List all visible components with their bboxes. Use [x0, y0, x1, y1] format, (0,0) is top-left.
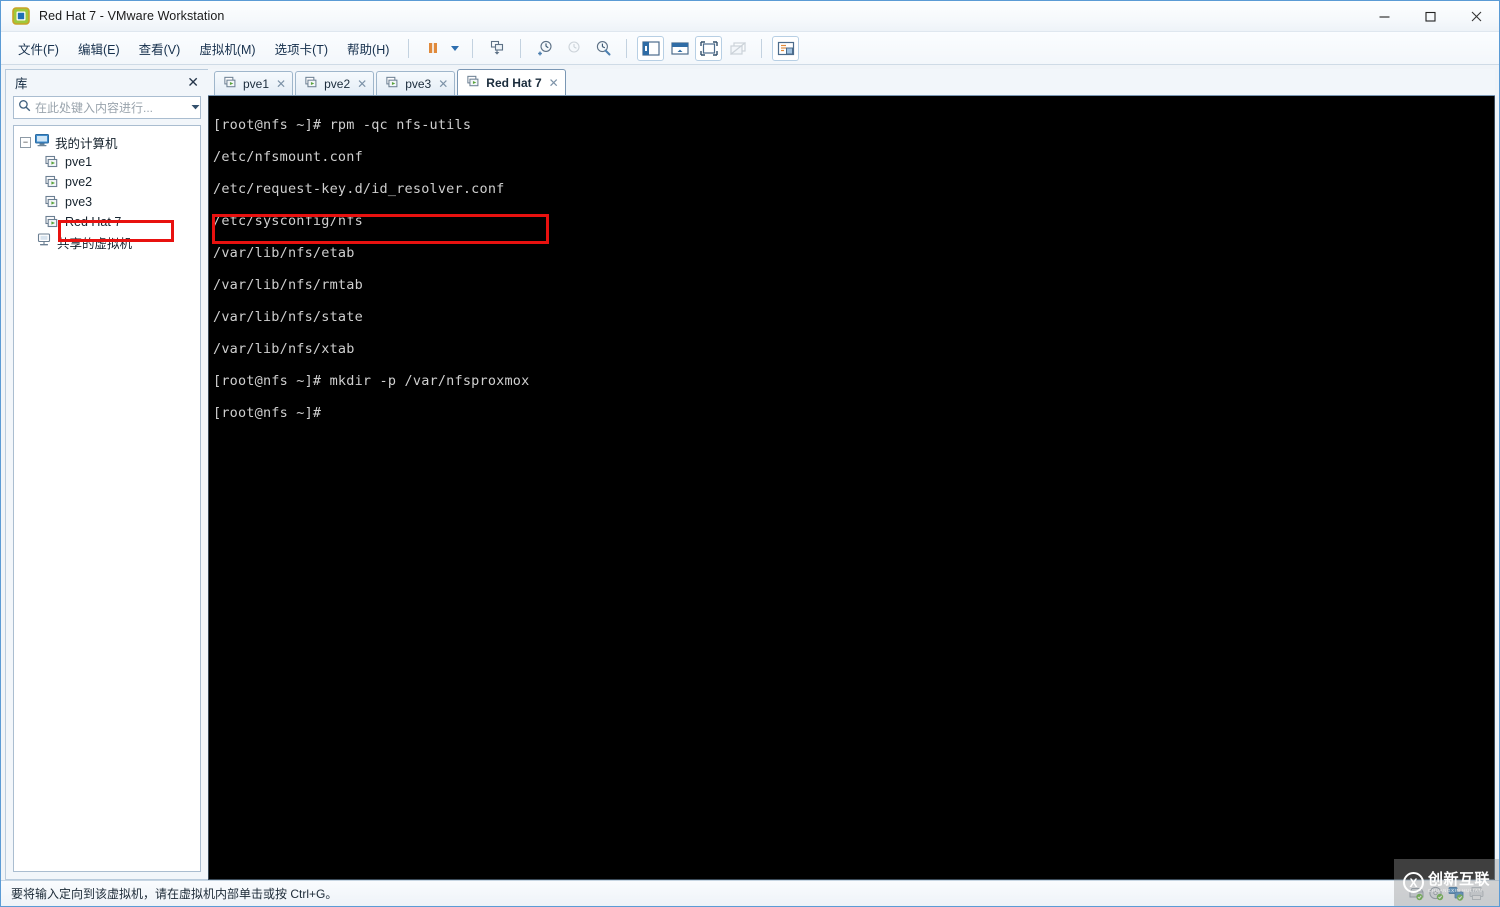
library-title: 库 [15, 76, 28, 91]
terminal-prompt: [root@nfs ~]# [213, 405, 322, 421]
tree-root-label: 我的计算机 [55, 136, 118, 151]
library-close-icon[interactable]: ✕ [184, 73, 202, 91]
tab-label: pve3 [405, 76, 432, 91]
manage-snapshots-icon[interactable] [483, 36, 510, 61]
suspend-icon[interactable] [419, 36, 446, 61]
vm-view-pane: pve1 ✕ pve2 ✕ pve3 ✕ Red Hat 7 ✕ [root@n… [208, 69, 1495, 880]
tab-label: Red Hat 7 [486, 75, 542, 90]
menu-vm[interactable]: 虚拟机(M) [190, 35, 264, 62]
window-controls [1361, 1, 1499, 32]
library-search-wrap [6, 94, 208, 125]
power-dropdown-icon[interactable] [447, 36, 463, 61]
menu-edit[interactable]: 编辑(E) [69, 35, 129, 62]
vm-icon [304, 75, 319, 93]
tab-close-icon[interactable]: ✕ [549, 77, 559, 89]
vm-icon [466, 74, 481, 92]
menu-view[interactable]: 查看(V) [130, 35, 190, 62]
menu-toolbar: 文件(F) 编辑(E) 查看(V) 虚拟机(M) 选项卡(T) 帮助(H) [1, 32, 1499, 65]
show-thumbnail-bar-icon[interactable] [666, 36, 693, 61]
menu-help[interactable]: 帮助(H) [338, 35, 398, 62]
unity-mode-icon [724, 36, 751, 61]
chevron-down-icon[interactable] [190, 99, 201, 117]
window-title: Red Hat 7 - VMware Workstation [39, 9, 225, 23]
my-computer-icon [34, 132, 50, 153]
vm-library-tree: − 我的计算机 pve1 pve2 pve3 Red Hat 7 共享的虚拟机 [13, 125, 201, 872]
status-bar: 要将输入定向到该虚拟机，请在虚拟机内部单击或按 Ctrl+G。 [1, 880, 1499, 906]
tab-red-hat-7[interactable]: Red Hat 7 ✕ [457, 69, 566, 95]
tree-item-pve2[interactable]: pve2 [40, 172, 198, 192]
menu-file[interactable]: 文件(F) [9, 35, 68, 62]
tree-item-pve3[interactable]: pve3 [40, 192, 198, 212]
tab-close-icon[interactable]: ✕ [438, 78, 448, 90]
toolbar-separator-4 [626, 38, 628, 58]
tree-item-label: pve3 [65, 195, 93, 209]
terminal-line-current: [root@nfs ~]# [213, 405, 1494, 421]
library-header: 库 ✕ [6, 70, 208, 94]
vm-icon [385, 75, 400, 93]
tree-item-shared-vms[interactable]: 共享的虚拟机 [16, 232, 198, 252]
tab-close-icon[interactable]: ✕ [276, 78, 286, 90]
close-button[interactable] [1453, 1, 1499, 32]
menu-tabs[interactable]: 选项卡(T) [266, 35, 337, 62]
vmware-workstation-window: Red Hat 7 - VMware Workstation 文件(F) 编辑(… [0, 0, 1500, 907]
tab-label: pve1 [243, 76, 270, 91]
main-body: 库 ✕ 在此处键入内容进行... − 我的计算机 pve1 pve2 pve3 … [1, 65, 1499, 880]
fullscreen-icon[interactable] [695, 35, 723, 61]
tree-item-label: 共享的虚拟机 [57, 236, 133, 251]
terminal-line: /var/lib/nfs/rmtab [213, 277, 363, 293]
maximize-button[interactable] [1407, 1, 1453, 32]
toolbar-separator-5 [761, 38, 763, 58]
vm-icon [44, 214, 60, 230]
terminal-line: /var/lib/nfs/xtab [213, 341, 355, 357]
tree-item-red-hat-7[interactable]: Red Hat 7 [40, 212, 198, 232]
preferences-icon[interactable] [772, 35, 800, 61]
vmware-logo-icon [12, 7, 30, 25]
snapshot-manager-icon[interactable] [589, 36, 616, 61]
tab-pve2[interactable]: pve2 ✕ [295, 71, 375, 95]
minimize-button[interactable] [1361, 1, 1407, 32]
status-message: 要将输入定向到该虚拟机，请在虚拟机内部单击或按 Ctrl+G。 [11, 887, 338, 901]
terminal-line: [root@nfs ~]# mkdir -p /var/nfsproxmox [213, 373, 530, 389]
search-input[interactable] [31, 100, 190, 115]
tab-close-icon[interactable]: ✕ [357, 78, 367, 90]
show-library-icon[interactable] [637, 35, 665, 61]
toolbar-separator-2 [472, 38, 474, 58]
toolbar-separator-3 [520, 38, 522, 58]
terminal-line: /etc/nfsmount.conf [213, 149, 363, 165]
vm-icon [223, 75, 238, 93]
shared-vms-icon [36, 232, 52, 253]
terminal-line: /etc/sysconfig/nfs [213, 213, 363, 229]
terminal-line: /var/lib/nfs/etab [213, 245, 355, 261]
tree-item-label: pve2 [65, 175, 93, 189]
vm-icon [44, 194, 60, 210]
tree-toggle-icon[interactable]: − [20, 136, 31, 148]
take-snapshot-icon[interactable] [531, 36, 558, 61]
tree-item-pve1[interactable]: pve1 [40, 152, 198, 172]
tab-pve3[interactable]: pve3 ✕ [376, 71, 456, 95]
vm-icon [44, 154, 60, 170]
revert-snapshot-icon [560, 36, 587, 61]
library-panel: 库 ✕ 在此处键入内容进行... − 我的计算机 pve1 pve2 pve3 … [5, 69, 208, 880]
tab-pve1[interactable]: pve1 ✕ [214, 71, 294, 95]
vm-tab-strip: pve1 ✕ pve2 ✕ pve3 ✕ Red Hat 7 ✕ [208, 69, 1495, 96]
terminal-line: /etc/request-key.d/id_resolver.conf [213, 181, 505, 197]
watermark-sub-text: CHUANGXIN HULIAN [1427, 887, 1483, 893]
tree-item-label: Red Hat 7 [65, 215, 122, 229]
search-box[interactable] [13, 96, 201, 119]
tree-root-my-computer[interactable]: − 我的计算机 [16, 132, 198, 152]
title-bar: Red Hat 7 - VMware Workstation [1, 1, 1499, 32]
search-icon [18, 99, 31, 117]
tree-item-label: pve1 [65, 155, 93, 169]
watermark-logo: X 创新互联 CHUANGXIN HULIAN [1394, 859, 1499, 906]
vm-console-screen[interactable]: [root@nfs ~]# rpm -qc nfs-utils /etc/nfs… [208, 96, 1495, 880]
watermark-main-text: 创新互联 [1427, 870, 1490, 888]
vm-icon [44, 174, 60, 190]
toolbar-separator [408, 38, 410, 58]
terminal-line: /var/lib/nfs/state [213, 309, 363, 325]
tab-label: pve2 [324, 76, 351, 91]
watermark-badge-icon: X [1402, 872, 1424, 893]
terminal-line: [root@nfs ~]# rpm -qc nfs-utils [213, 117, 472, 133]
terminal-output: [root@nfs ~]# rpm -qc nfs-utils /etc/nfs… [209, 96, 1494, 453]
